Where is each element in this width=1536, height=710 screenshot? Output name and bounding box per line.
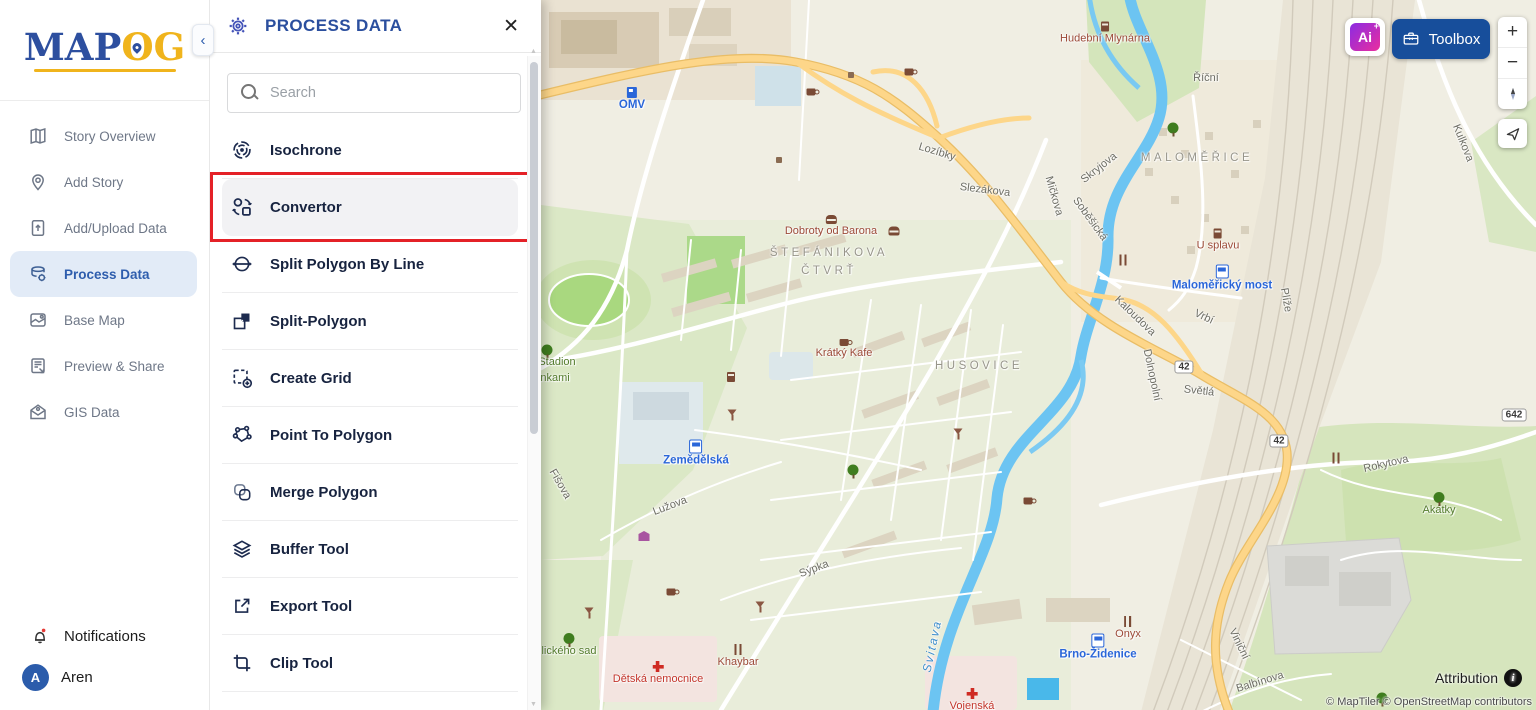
attribution[interactable]: Attribution i xyxy=(1435,669,1522,687)
sidebar-item-story-overview[interactable]: Story Overview xyxy=(10,113,197,159)
map-canvas[interactable]: OMV Hudební Mlynárna Říční MALOMĚŘICE Lo… xyxy=(541,0,1536,710)
basemap xyxy=(541,0,1536,710)
notifications-label: Notifications xyxy=(64,628,146,645)
sidebar-bottom: Notifications A Aren xyxy=(0,616,209,698)
tool-item-merge-polygon[interactable]: Merge Polygon xyxy=(222,464,518,521)
logo-text-g: G xyxy=(154,25,186,69)
search-box xyxy=(227,73,521,113)
buffer-icon xyxy=(231,538,253,560)
logo: MAPOG xyxy=(0,0,209,101)
zoom-out-button[interactable]: − xyxy=(1498,48,1527,79)
sidebar-item-gis-data[interactable]: GIS Data xyxy=(10,389,197,435)
map-credit: © MapTiler © OpenStreetMap contributors xyxy=(1326,696,1532,708)
toolbox-label: Toolbox xyxy=(1429,31,1481,48)
tool-item-split-polygon-by-line[interactable]: Split Polygon By Line xyxy=(222,236,518,293)
ai-button[interactable]: Ai xyxy=(1345,18,1385,56)
sidebar-item-process-data[interactable]: Process Data xyxy=(10,251,197,297)
compass-icon xyxy=(1506,86,1520,102)
search-icon xyxy=(241,84,256,99)
create-grid-icon xyxy=(231,367,253,389)
panel-scrollbar[interactable] xyxy=(527,56,541,710)
tool-list: Isochrone Convertor Split Polygon By Lin… xyxy=(222,122,518,692)
attribution-label: Attribution xyxy=(1435,670,1498,686)
logo-underline xyxy=(34,69,176,72)
sidebar-item-add-story[interactable]: Add Story xyxy=(10,159,197,205)
bell-icon xyxy=(30,626,50,646)
user-menu[interactable]: A Aren xyxy=(0,656,209,698)
map-zoom-controls: + − xyxy=(1498,17,1527,109)
compass-button[interactable] xyxy=(1498,79,1527,109)
app-window: OMV Hudební Mlynárna Říční MALOMĚŘICE Lo… xyxy=(0,0,1536,710)
isochrone-icon xyxy=(231,139,253,161)
info-icon: i xyxy=(1504,669,1522,687)
tool-item-isochrone[interactable]: Isochrone xyxy=(222,122,518,179)
export-icon xyxy=(231,595,253,617)
locate-button[interactable] xyxy=(1498,119,1527,148)
close-icon[interactable]: ✕ xyxy=(499,15,523,38)
gis-data-icon xyxy=(28,402,48,422)
tool-item-convertor[interactable]: Convertor xyxy=(222,179,518,236)
tool-item-clip-tool[interactable]: Clip Tool xyxy=(222,635,518,692)
ai-icon: Ai xyxy=(1350,23,1380,51)
locate-icon xyxy=(1505,126,1521,142)
gear-icon xyxy=(227,15,249,37)
add-upload-icon xyxy=(28,218,48,238)
briefcase-icon xyxy=(1402,30,1420,48)
tool-item-buffer-tool[interactable]: Buffer Tool xyxy=(222,521,518,578)
chevron-left-icon: ‹ xyxy=(201,32,206,49)
sidebar-nav: Story Overview Add Story Add/Upload Data… xyxy=(0,101,209,435)
process-data-panel: PROCESS DATA ✕ Isochrone Convertor Split… xyxy=(209,0,541,710)
scrollbar-thumb[interactable] xyxy=(530,62,538,434)
convertor-icon xyxy=(231,196,253,218)
search-input[interactable] xyxy=(227,73,521,113)
merge-polygon-icon xyxy=(231,481,253,503)
split-polygon-icon xyxy=(231,310,253,332)
clip-icon xyxy=(231,652,253,674)
split-line-icon xyxy=(231,253,253,275)
base-map-icon xyxy=(28,310,48,330)
sidebar-item-base-map[interactable]: Base Map xyxy=(10,297,197,343)
sidebar-item-preview-share[interactable]: Preview & Share xyxy=(10,343,197,389)
toolbox-button[interactable]: Toolbox xyxy=(1392,19,1490,59)
story-overview-icon xyxy=(28,126,48,146)
sidebar-collapse-button[interactable]: ‹ xyxy=(192,24,214,56)
tool-item-create-grid[interactable]: Create Grid xyxy=(222,350,518,407)
add-story-icon xyxy=(28,172,48,192)
user-name: Aren xyxy=(61,669,93,686)
tool-item-split-polygon[interactable]: Split-Polygon xyxy=(222,293,518,350)
notifications-button[interactable]: Notifications xyxy=(0,616,209,656)
process-data-icon xyxy=(28,264,48,284)
avatar: A xyxy=(22,664,49,691)
tool-item-export-tool[interactable]: Export Tool xyxy=(222,578,518,635)
panel-header: PROCESS DATA ✕ xyxy=(209,0,541,53)
tool-item-point-to-polygon[interactable]: Point To Polygon xyxy=(222,407,518,464)
point-polygon-icon xyxy=(231,424,253,446)
zoom-in-button[interactable]: + xyxy=(1498,17,1527,48)
sidebar-item-add-upload-data[interactable]: Add/Upload Data xyxy=(10,205,197,251)
logo-text-map: MAP xyxy=(24,25,122,69)
preview-share-icon xyxy=(28,356,48,376)
sidebar: MAPOG Story Overview Add Story Add/Uploa… xyxy=(0,0,210,710)
panel-title: PROCESS DATA xyxy=(265,16,499,36)
